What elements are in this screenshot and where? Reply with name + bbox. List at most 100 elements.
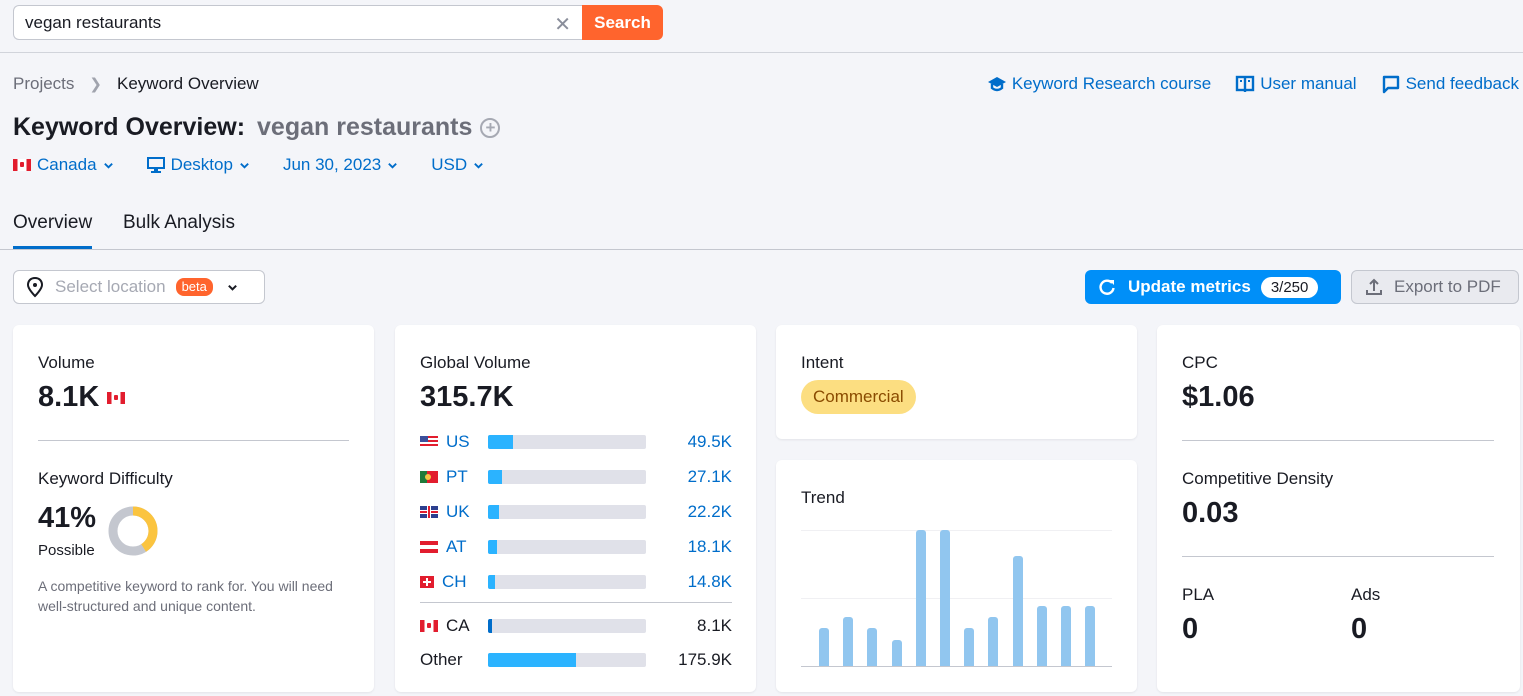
volume-share-fill [488,619,493,633]
trend-baseline [801,666,1112,667]
grid-line [801,598,1112,599]
volume-share-fill [488,575,496,589]
intent-badge: Commercial [801,380,916,414]
country-volume-value[interactable]: 18.1K [688,537,732,557]
date-dropdown[interactable]: Jun 30, 2023 [283,155,398,175]
country-volume-value: 175.9K [678,650,732,669]
divider [38,440,349,441]
country-volume-value[interactable]: 14.8K [688,572,732,592]
trend-label: Trend [801,488,845,507]
graduation-cap-icon [987,77,1006,92]
country-volume-row[interactable]: CH 14.8K [420,571,732,593]
keyword-search-field[interactable]: ✕ [13,5,583,40]
tab-overview[interactable]: Overview [13,212,93,249]
canada-flag-icon [13,159,31,171]
volume-share-bar [488,435,646,449]
country-dropdown[interactable]: Canada [13,155,114,175]
country-code[interactable]: PT [446,467,488,487]
keyword-difficulty-level: Possible [38,542,95,559]
country-code[interactable]: AT [446,537,488,557]
chevron-down-icon [240,162,249,169]
ch-flag-icon [420,576,434,588]
trend-bar[interactable] [867,627,878,666]
volume-share-fill [488,540,497,554]
chevron-down-icon [388,162,398,169]
uk-flag-icon [420,506,438,518]
volume-value: 8.1K [38,381,126,414]
divider [1182,556,1494,557]
country-volume-value[interactable]: 49.5K [688,432,732,452]
plus-circle-icon[interactable]: + [480,117,501,138]
trend-bar[interactable] [964,627,975,666]
breadcrumb-projects[interactable]: Projects [13,74,74,94]
volume-share-fill [488,470,502,484]
volume-share-fill [488,435,513,449]
page-title-prefix: Keyword Overview: [13,113,246,141]
country-volume-value: 8.1K [697,616,732,635]
other-label: Other [420,650,463,669]
breadcrumb-current: Keyword Overview [117,74,259,93]
difficulty-donut-chart [108,506,158,556]
cpc-label: CPC [1182,353,1218,372]
country-volume-row[interactable]: AT 18.1K [420,536,732,558]
trend-bar[interactable] [915,530,926,666]
upload-icon [1366,278,1382,295]
keyword-difficulty-label: Keyword Difficulty [38,469,173,488]
search-button[interactable]: Search [582,5,663,40]
ca-flag-icon [420,620,438,632]
message-icon [1382,75,1399,94]
keyword-research-course-link[interactable]: Keyword Research course [987,74,1211,94]
top-search-bar: ✕ Search [0,0,1523,53]
trend-bar[interactable] [1061,606,1071,666]
page-title: Keyword Overview: vegan restaurants + [13,113,501,142]
country-code[interactable]: US [446,432,488,452]
country-code[interactable]: UK [446,502,488,522]
currency-dropdown[interactable]: USD [431,155,484,175]
chevron-down-icon [103,162,113,169]
send-feedback-link[interactable]: Send feedback [1381,74,1519,94]
pt-flag-icon [420,471,438,483]
volume-label: Volume [38,353,95,372]
volume-share-bar [488,540,646,554]
user-manual-link[interactable]: User manual [1235,74,1357,94]
pla-label: PLA [1182,585,1215,604]
export-pdf-button[interactable]: Export to PDF [1351,270,1519,304]
country-code[interactable]: CH [442,572,484,592]
update-metrics-button[interactable]: Update metrics 3/250 [1085,270,1341,304]
location-select[interactable]: Select location beta [13,270,265,304]
chevron-down-icon [474,162,483,169]
trend-bar[interactable] [1036,606,1047,666]
tab-bulk-analysis[interactable]: Bulk Analysis [123,212,235,246]
help-links: Keyword Research course User manual Send… [987,74,1519,94]
keyword-difficulty-description: A competitive keyword to rank for. You w… [38,578,333,614]
device-dropdown[interactable]: Desktop [146,155,250,175]
trend-bar[interactable] [1085,606,1096,666]
keyword-search-input[interactable] [25,12,525,33]
close-icon[interactable]: ✕ [554,12,571,37]
beta-badge: beta [175,278,213,296]
volume-share-bar [488,470,646,484]
trend-bar[interactable] [988,617,999,666]
pla-value: 0 [1182,613,1199,645]
location-pin-icon [26,276,44,298]
trend-bar[interactable] [1012,555,1023,666]
country-volume-row[interactable]: PT 27.1K [420,466,732,488]
ads-value: 0 [1351,613,1368,645]
trend-bar[interactable] [891,640,902,666]
country-volume-row[interactable]: US 49.5K [420,431,732,453]
trend-bar[interactable] [843,617,854,666]
trend-bar[interactable] [940,530,950,666]
volume-share-bar [488,653,646,667]
country-volume-value[interactable]: 22.2K [688,502,732,522]
country-volume-value[interactable]: 27.1K [688,467,732,487]
grid-line [801,530,1112,531]
divider [420,602,732,603]
trend-bar[interactable] [819,627,829,666]
divider [1182,440,1494,441]
country-volume-row[interactable]: UK 22.2K [420,501,732,523]
volume-share-bar [488,505,646,519]
volume-share-bar [488,619,646,633]
canada-flag-icon [107,391,126,404]
location-placeholder: Select location [55,277,166,296]
volume-share-fill [488,505,500,519]
